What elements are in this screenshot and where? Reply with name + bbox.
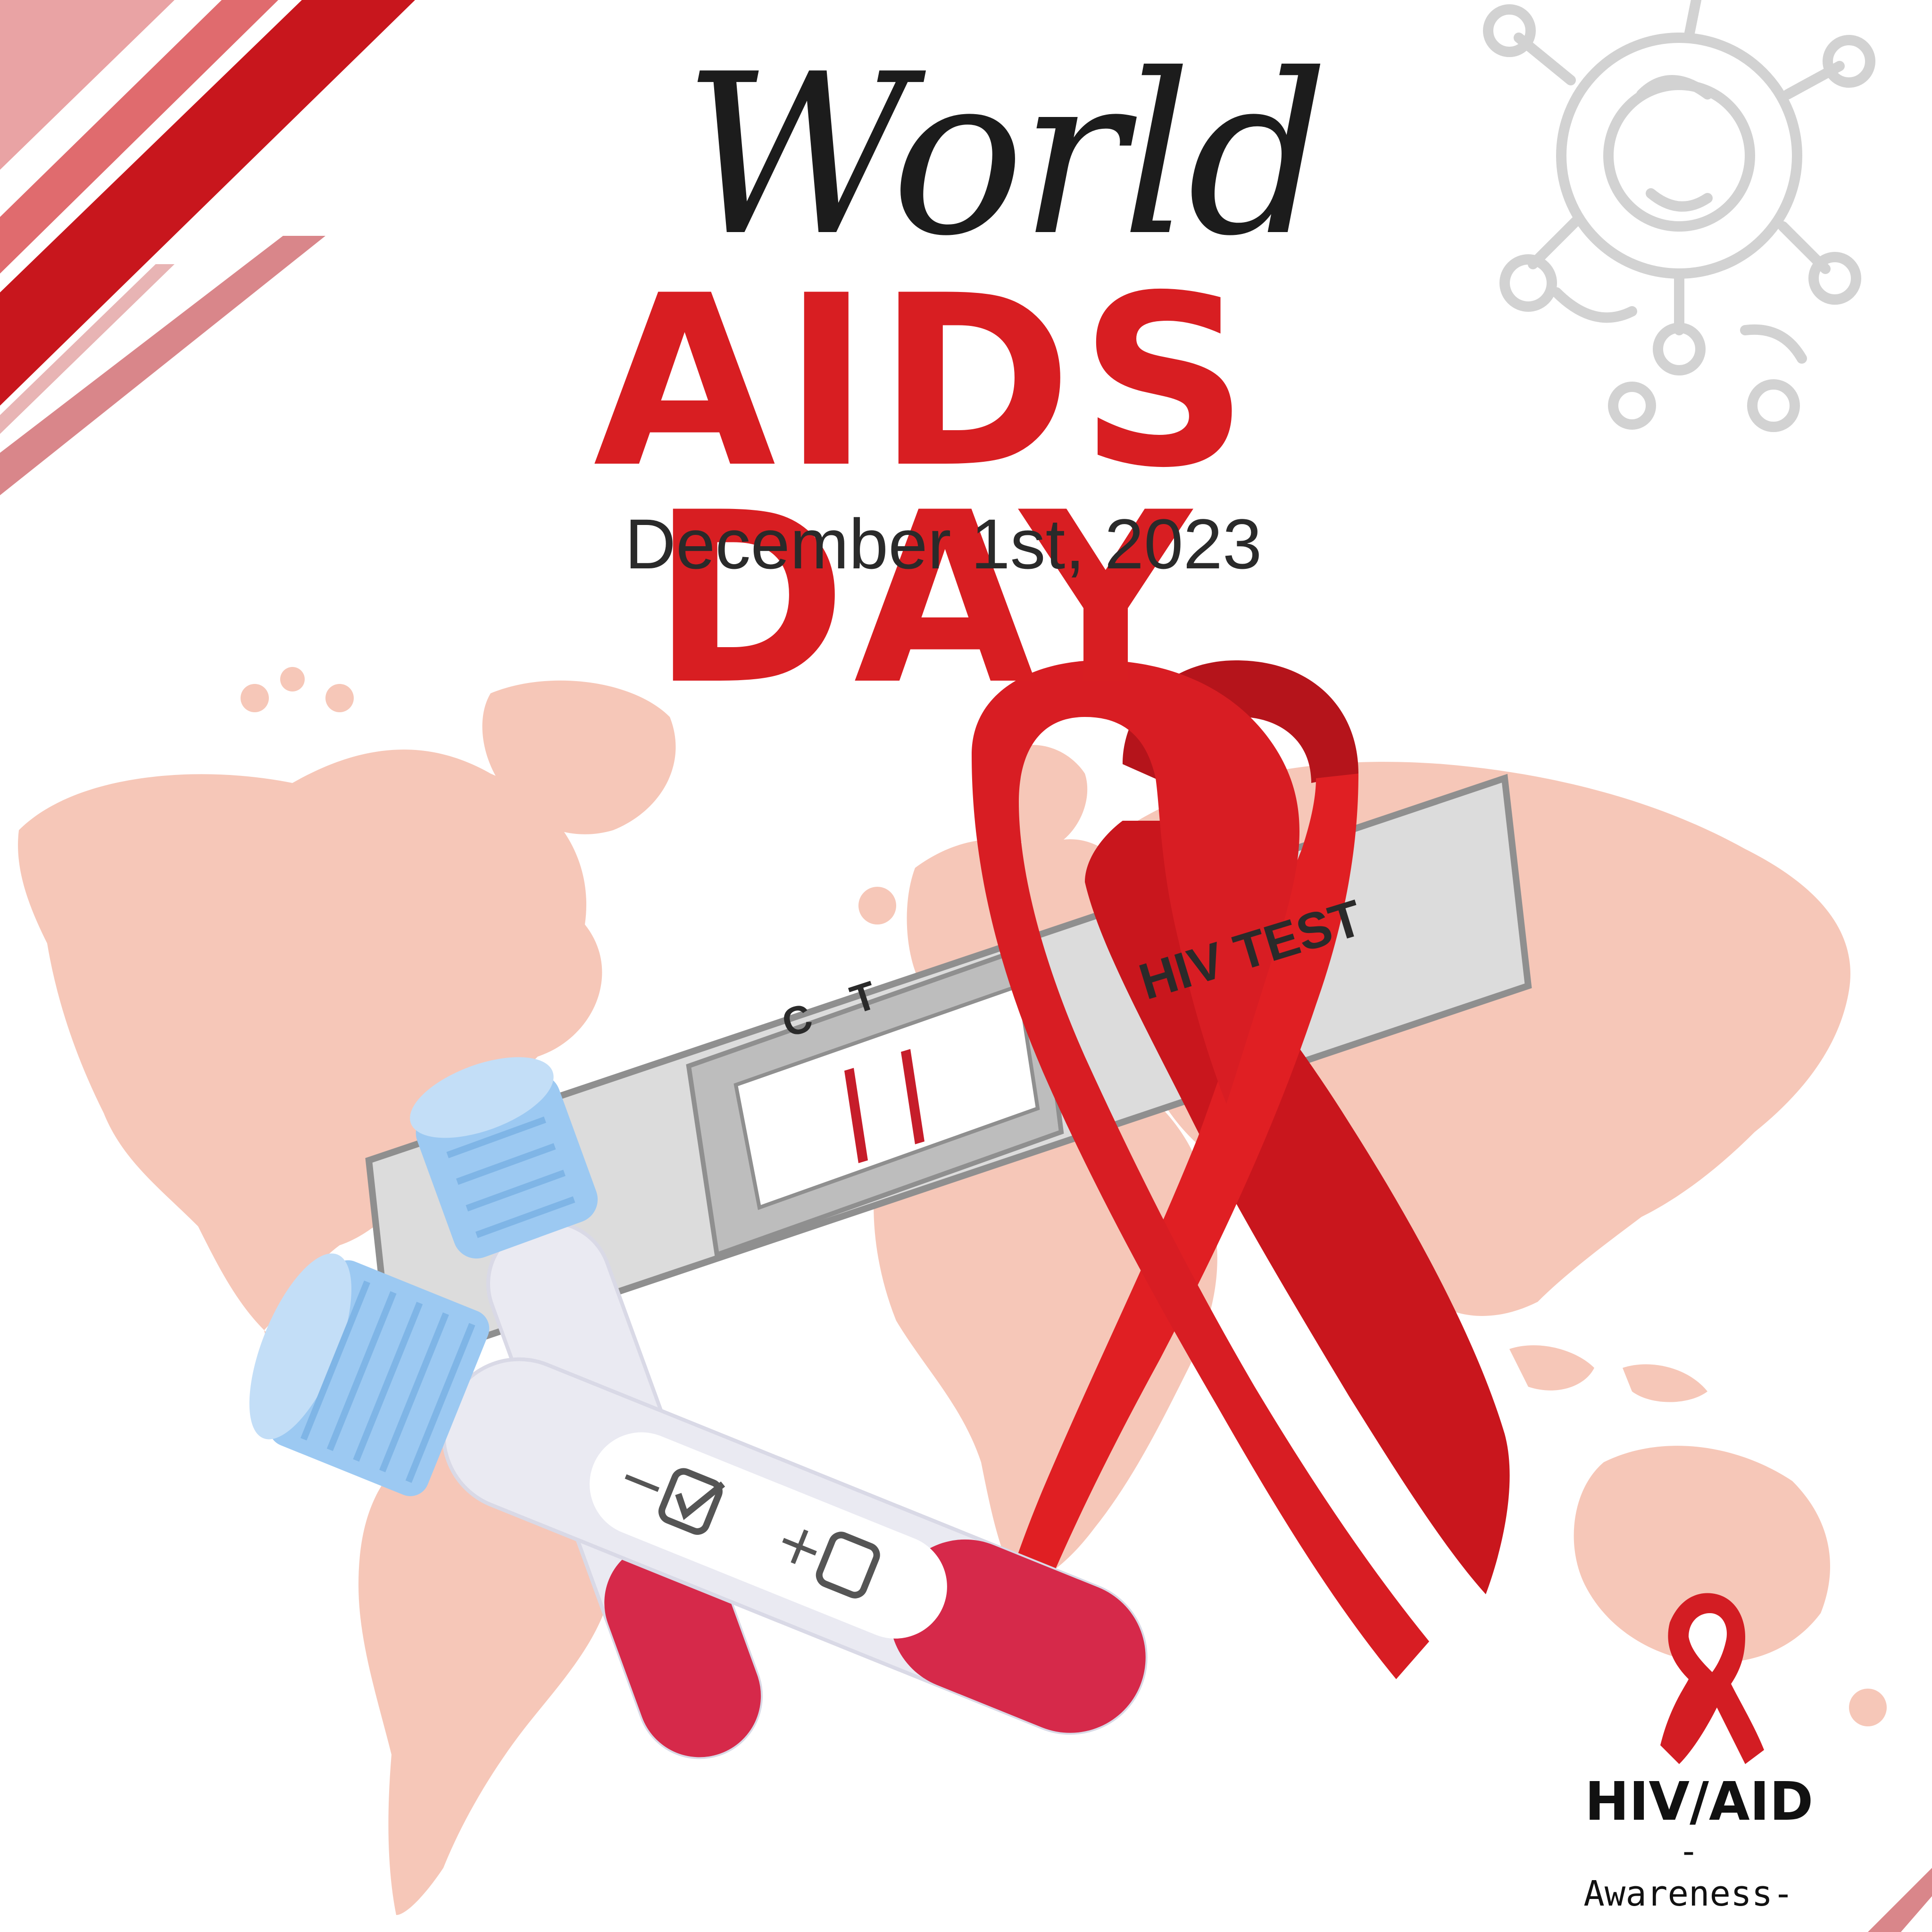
- logo-subtitle: -Awareness-: [1583, 1831, 1794, 1914]
- logo-title: HIV/AID: [1585, 1771, 1814, 1832]
- poster: − + HIV TEST C T World AIDS DAY December…: [0, 0, 1932, 1932]
- corner-stripe-bottom: [1868, 1868, 1932, 1932]
- virus-outline-icon: [1483, 0, 1875, 432]
- corner-stripes: [0, 0, 415, 495]
- script-title: World: [683, 26, 1329, 284]
- event-date: December 1st, 2023: [625, 504, 1262, 583]
- main-title: AIDS DAY: [593, 245, 1256, 736]
